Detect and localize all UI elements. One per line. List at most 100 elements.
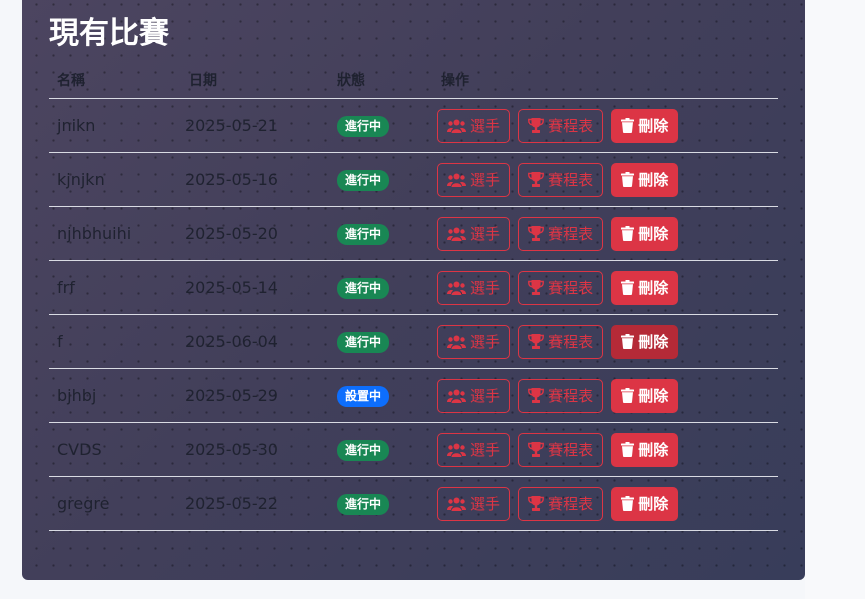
page-margin — [805, 0, 865, 599]
delete-button[interactable]: 刪除 — [611, 324, 679, 359]
tournament-name: frf — [49, 260, 181, 315]
users-icon — [447, 389, 466, 403]
status-badge: 進行中 — [337, 439, 390, 461]
tournament-name: kjnjkn — [49, 152, 181, 207]
delete-button-label: 刪除 — [638, 117, 669, 135]
players-button-label: 選手 — [470, 171, 501, 189]
trash-icon — [621, 280, 635, 295]
delete-button[interactable]: 刪除 — [611, 432, 679, 467]
users-icon — [447, 497, 466, 511]
delete-button-label: 刪除 — [638, 495, 669, 513]
tournament-name: bjhbj — [49, 368, 181, 423]
page-title: 現有比賽 — [49, 16, 169, 51]
players-button-label: 選手 — [470, 387, 501, 405]
users-icon — [447, 119, 466, 133]
bracket-button-label: 賽程表 — [548, 171, 594, 189]
table-row: f 2025-06-04 進行中 選手 賽程表 刪除 — [49, 314, 778, 369]
column-header-actions: 操作 — [433, 62, 778, 99]
players-button-label: 選手 — [470, 495, 501, 513]
bracket-button-label: 賽程表 — [548, 387, 594, 405]
delete-button-label: 刪除 — [638, 279, 669, 297]
trophy-icon — [528, 280, 545, 295]
actions-cell: 選手 賽程表 刪除 — [433, 368, 778, 423]
bracket-button[interactable]: 賽程表 — [518, 216, 604, 251]
delete-button-label: 刪除 — [638, 387, 669, 405]
tournaments-card: 現有比賽 名稱 日期 狀態 操作 jnikn 2025-05-21 進行中 選手… — [22, 0, 805, 580]
users-icon — [447, 443, 466, 457]
actions-cell: 選手 賽程表 刪除 — [433, 98, 778, 153]
trophy-icon — [528, 118, 545, 133]
table-header-row: 名稱 日期 狀態 操作 — [49, 62, 778, 99]
bracket-button[interactable]: 賽程表 — [518, 486, 604, 521]
bracket-button-label: 賽程表 — [548, 441, 594, 459]
tournament-name: gregre — [49, 476, 181, 531]
trash-icon — [621, 442, 635, 457]
delete-button[interactable]: 刪除 — [611, 108, 679, 143]
actions-cell: 選手 賽程表 刪除 — [433, 260, 778, 315]
tournament-date: 2025-05-14 — [181, 260, 329, 315]
delete-button[interactable]: 刪除 — [611, 162, 679, 197]
trophy-icon — [528, 334, 545, 349]
table-row: CVDS 2025-05-30 進行中 選手 賽程表 刪除 — [49, 422, 778, 477]
players-button[interactable]: 選手 — [437, 216, 511, 251]
players-button-label: 選手 — [470, 441, 501, 459]
bracket-button[interactable]: 賽程表 — [518, 270, 604, 305]
status-cell: 進行中 — [329, 476, 433, 531]
table-row: frf 2025-05-14 進行中 選手 賽程表 刪除 — [49, 260, 778, 315]
trash-icon — [621, 388, 635, 403]
players-button[interactable]: 選手 — [437, 486, 511, 521]
status-badge: 進行中 — [337, 277, 390, 299]
actions-cell: 選手 賽程表 刪除 — [433, 476, 778, 531]
actions-cell: 選手 賽程表 刪除 — [433, 314, 778, 369]
status-cell: 進行中 — [329, 260, 433, 315]
delete-button[interactable]: 刪除 — [611, 216, 679, 251]
players-button-label: 選手 — [470, 279, 501, 297]
status-badge: 進行中 — [337, 493, 390, 515]
players-button-label: 選手 — [470, 117, 501, 135]
tournament-date: 2025-05-21 — [181, 98, 329, 153]
players-button-label: 選手 — [470, 333, 501, 351]
status-cell: 進行中 — [329, 314, 433, 369]
players-button[interactable]: 選手 — [437, 270, 511, 305]
table-row: bjhbj 2025-05-29 設置中 選手 賽程表 刪除 — [49, 368, 778, 423]
column-header-name: 名稱 — [49, 62, 181, 99]
column-header-date: 日期 — [181, 62, 329, 99]
status-badge: 進行中 — [337, 223, 390, 245]
tournament-date: 2025-06-04 — [181, 314, 329, 369]
players-button[interactable]: 選手 — [437, 162, 511, 197]
delete-button[interactable]: 刪除 — [611, 378, 679, 413]
players-button-label: 選手 — [470, 225, 501, 243]
trophy-icon — [528, 442, 545, 457]
status-cell: 設置中 — [329, 368, 433, 423]
users-icon — [447, 227, 466, 241]
delete-button[interactable]: 刪除 — [611, 270, 679, 305]
trash-icon — [621, 496, 635, 511]
bracket-button[interactable]: 賽程表 — [518, 162, 604, 197]
status-badge: 進行中 — [337, 169, 390, 191]
tournament-date: 2025-05-30 — [181, 422, 329, 477]
table-row: gregre 2025-05-22 進行中 選手 賽程表 刪除 — [49, 476, 778, 531]
trash-icon — [621, 226, 635, 241]
players-button[interactable]: 選手 — [437, 432, 511, 467]
column-header-status: 狀態 — [329, 62, 433, 99]
trophy-icon — [528, 226, 545, 241]
status-cell: 進行中 — [329, 98, 433, 153]
trash-icon — [621, 118, 635, 133]
users-icon — [447, 281, 466, 295]
bracket-button[interactable]: 賽程表 — [518, 108, 604, 143]
tournament-name: f — [49, 314, 181, 369]
status-badge: 設置中 — [337, 385, 390, 407]
delete-button[interactable]: 刪除 — [611, 486, 679, 521]
bracket-button-label: 賽程表 — [548, 225, 594, 243]
bracket-button[interactable]: 賽程表 — [518, 378, 604, 413]
tournament-name: CVDS — [49, 422, 181, 477]
bracket-button[interactable]: 賽程表 — [518, 324, 604, 359]
status-badge: 進行中 — [337, 331, 390, 353]
users-icon — [447, 335, 466, 349]
users-icon — [447, 173, 466, 187]
players-button[interactable]: 選手 — [437, 324, 511, 359]
bracket-button[interactable]: 賽程表 — [518, 432, 604, 467]
status-cell: 進行中 — [329, 206, 433, 261]
players-button[interactable]: 選手 — [437, 378, 511, 413]
players-button[interactable]: 選手 — [437, 108, 511, 143]
